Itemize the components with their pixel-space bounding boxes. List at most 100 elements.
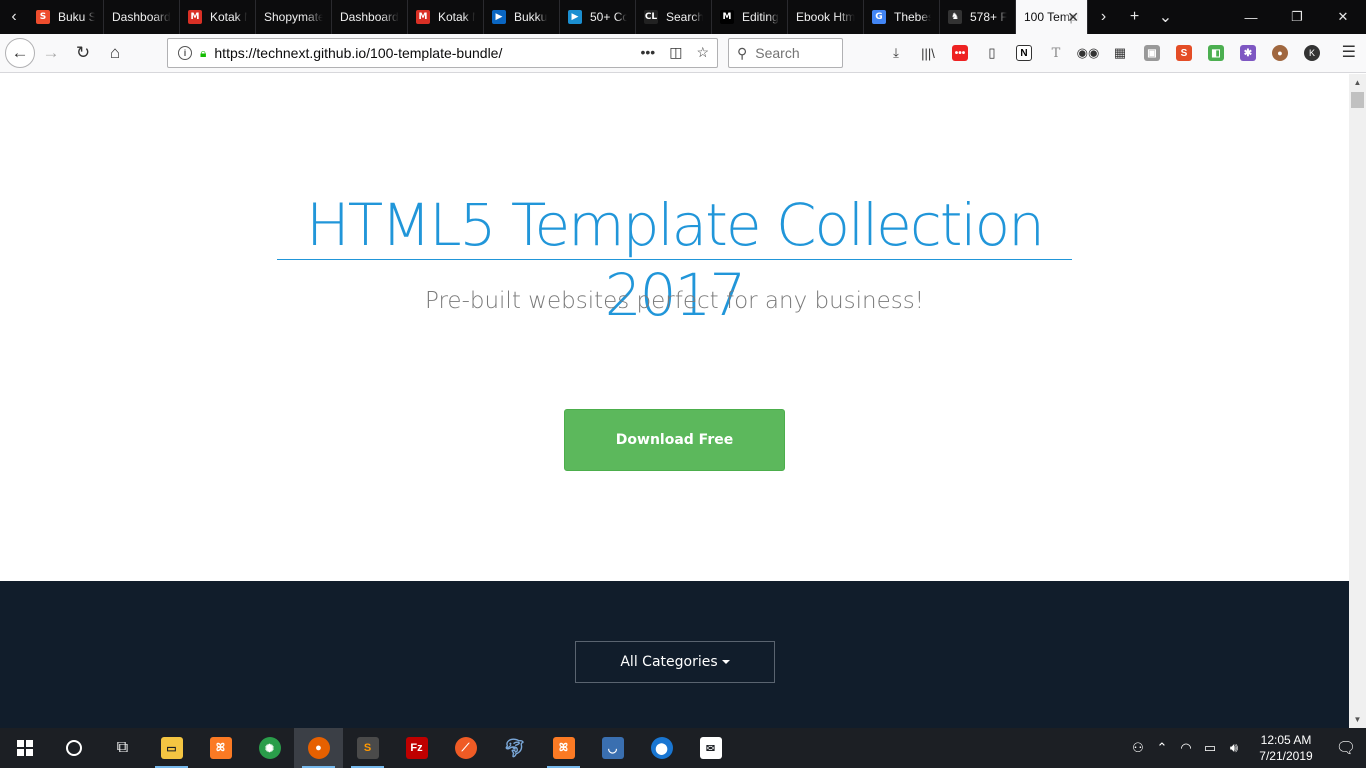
tab-9[interactable]: M Editing <box>712 0 788 34</box>
mail-button[interactable]: ✉ <box>686 728 735 768</box>
caret-down-icon <box>721 660 730 664</box>
url-text[interactable]: https://technext.github.io/100-template-… <box>214 45 502 61</box>
dolphin-icon: 🐬︎ <box>503 737 526 758</box>
xampp-button[interactable]: ꕤ <box>196 728 245 768</box>
cortana-button[interactable] <box>49 728 98 768</box>
gear-app-icon: ✺ <box>258 737 281 759</box>
s-extension-icon[interactable]: S <box>1168 42 1200 64</box>
restore-button[interactable]: ❐ <box>1274 0 1320 34</box>
green-extension-icon[interactable]: ◧ <box>1200 42 1232 64</box>
all-categories-dropdown[interactable]: All Categories <box>575 641 775 683</box>
close-window-button[interactable]: ✕ <box>1320 0 1366 34</box>
tripadvisor-icon[interactable]: ◉◉ <box>1072 42 1104 64</box>
lock-icon[interactable]: 🔒︎ <box>200 46 206 61</box>
tab-6[interactable]: ▶ Bukku <box>484 0 560 34</box>
medium-icon: M <box>720 10 734 24</box>
people-icon[interactable]: ⚇ <box>1126 740 1150 756</box>
sublime-button[interactable]: S <box>343 728 392 768</box>
tab-label: Search <box>666 10 703 24</box>
clock[interactable]: 12:05 AM 7/21/2019 <box>1246 732 1326 764</box>
home-button[interactable]: ⌂ <box>99 37 131 69</box>
back-button[interactable]: ← <box>5 38 35 68</box>
sidebar-icon[interactable]: ▯ <box>976 42 1008 64</box>
tab-label: Kotak Masuk <box>210 10 247 24</box>
cl-icon: CL <box>644 10 658 24</box>
account-icon[interactable]: K <box>1296 42 1328 64</box>
start-button[interactable] <box>0 728 49 768</box>
google-icon: G <box>872 10 886 24</box>
wifi-icon[interactable]: ◠ <box>1174 740 1198 756</box>
tab-7[interactable]: ▶ 50+ Cool <box>560 0 636 34</box>
forward-button[interactable]: → <box>35 37 67 69</box>
tab-active[interactable]: 100 Template ✕ <box>1016 0 1088 34</box>
tab-12[interactable]: ♞ 578+ Free <box>940 0 1016 34</box>
vertical-scrollbar[interactable]: ▲ ▼ <box>1349 74 1366 728</box>
nav-bar: ← → ↻ ⌂ i 🔒︎ https://technext.github.io/… <box>0 34 1366 73</box>
windows-icon <box>16 740 33 756</box>
tab-0[interactable]: S Buku Saku <box>28 0 104 34</box>
postman-button[interactable]: ⟋ <box>441 728 490 768</box>
scroll-up-arrow-icon[interactable]: ▲ <box>1349 74 1366 91</box>
page-actions-icon[interactable]: ••• <box>640 44 655 61</box>
url-bar[interactable]: i 🔒︎ https://technext.github.io/100-temp… <box>167 38 718 68</box>
cortana-icon <box>65 740 82 756</box>
menu-icon[interactable]: ☰ <box>1342 42 1356 62</box>
maps-button[interactable]: ⬤ <box>637 728 686 768</box>
task-view-button[interactable]: ⧉ <box>98 728 147 768</box>
pocket-icon[interactable]: ◫ <box>669 44 682 61</box>
app-button-blue[interactable]: ◡ <box>588 728 637 768</box>
tab-label: Editing <box>742 10 779 24</box>
search-input[interactable]: ⚲ Search <box>728 38 843 68</box>
tray-chevron-up-icon[interactable]: ⌃ <box>1150 740 1174 756</box>
tab-5[interactable]: M Kotak Masuk <box>408 0 484 34</box>
notion-icon[interactable]: N <box>1008 42 1040 64</box>
puzzle-extension-icon[interactable]: ✱ <box>1232 42 1264 64</box>
filezilla-icon: Fz <box>405 737 428 759</box>
scroll-down-arrow-icon[interactable]: ▼ <box>1349 711 1366 728</box>
postman-icon: ⟋ <box>454 737 477 759</box>
avatar-extension-icon[interactable]: ● <box>1264 42 1296 64</box>
extension-red-icon[interactable]: ••• <box>944 42 976 64</box>
bookmark-star-icon[interactable]: ☆ <box>696 44 709 61</box>
text-extension-icon[interactable]: T <box>1040 42 1072 64</box>
tab-label: 578+ Free <box>970 10 1007 24</box>
close-tab-icon[interactable]: ✕ <box>1067 9 1079 26</box>
tab-8[interactable]: CL Search <box>636 0 712 34</box>
notification-icon[interactable]: 🗨︎ <box>1326 738 1366 758</box>
camera-app-icon: ◡ <box>601 737 624 759</box>
tab-scroll-right-button[interactable]: › <box>1088 8 1119 26</box>
info-icon[interactable]: i <box>178 46 192 60</box>
firefox-icon: ● <box>307 737 330 759</box>
xampp2-button[interactable]: ꕤ <box>539 728 588 768</box>
image-extension-icon[interactable]: ▣ <box>1136 42 1168 64</box>
tab-4[interactable]: Dashboard <box>332 0 408 34</box>
app-button-green[interactable]: ✺ <box>245 728 294 768</box>
downloads-icon[interactable]: ⤓ <box>880 42 912 64</box>
folder-icon: ▭ <box>160 737 183 759</box>
tab-scroll-left-button[interactable]: ‹ <box>0 0 28 34</box>
tab-list-button[interactable]: ⌄ <box>1150 7 1181 27</box>
title-divider <box>277 259 1072 260</box>
firefox-button[interactable]: ● <box>294 728 343 768</box>
file-explorer-button[interactable]: ▭ <box>147 728 196 768</box>
tab-1[interactable]: Dashboard <box>104 0 180 34</box>
library-icon[interactable]: |||\ <box>912 42 944 64</box>
scroll-thumb[interactable] <box>1351 92 1364 108</box>
tab-2[interactable]: M Kotak Masuk <box>180 0 256 34</box>
arrow-icon: ▶ <box>568 10 582 24</box>
tab-label: Buku Saku <box>58 10 95 24</box>
mysql-button[interactable]: 🐬︎ <box>490 728 539 768</box>
reload-button[interactable]: ↻ <box>67 37 99 69</box>
filezilla-button[interactable]: Fz <box>392 728 441 768</box>
volume-icon[interactable]: 🔊︎ <box>1222 740 1246 756</box>
new-tab-button[interactable]: + <box>1119 8 1150 26</box>
grid-extension-icon[interactable]: ▦ <box>1104 42 1136 64</box>
tab-label: Shopymate <box>264 10 323 24</box>
tab-10[interactable]: Ebook Html <box>788 0 864 34</box>
download-free-button[interactable]: Download Free <box>564 409 785 471</box>
shopee-icon: S <box>36 10 50 24</box>
tab-11[interactable]: G Thebest <box>864 0 940 34</box>
battery-icon[interactable]: ▭ <box>1198 740 1222 756</box>
minimize-button[interactable]: — <box>1228 0 1274 34</box>
tab-3[interactable]: Shopymate <box>256 0 332 34</box>
